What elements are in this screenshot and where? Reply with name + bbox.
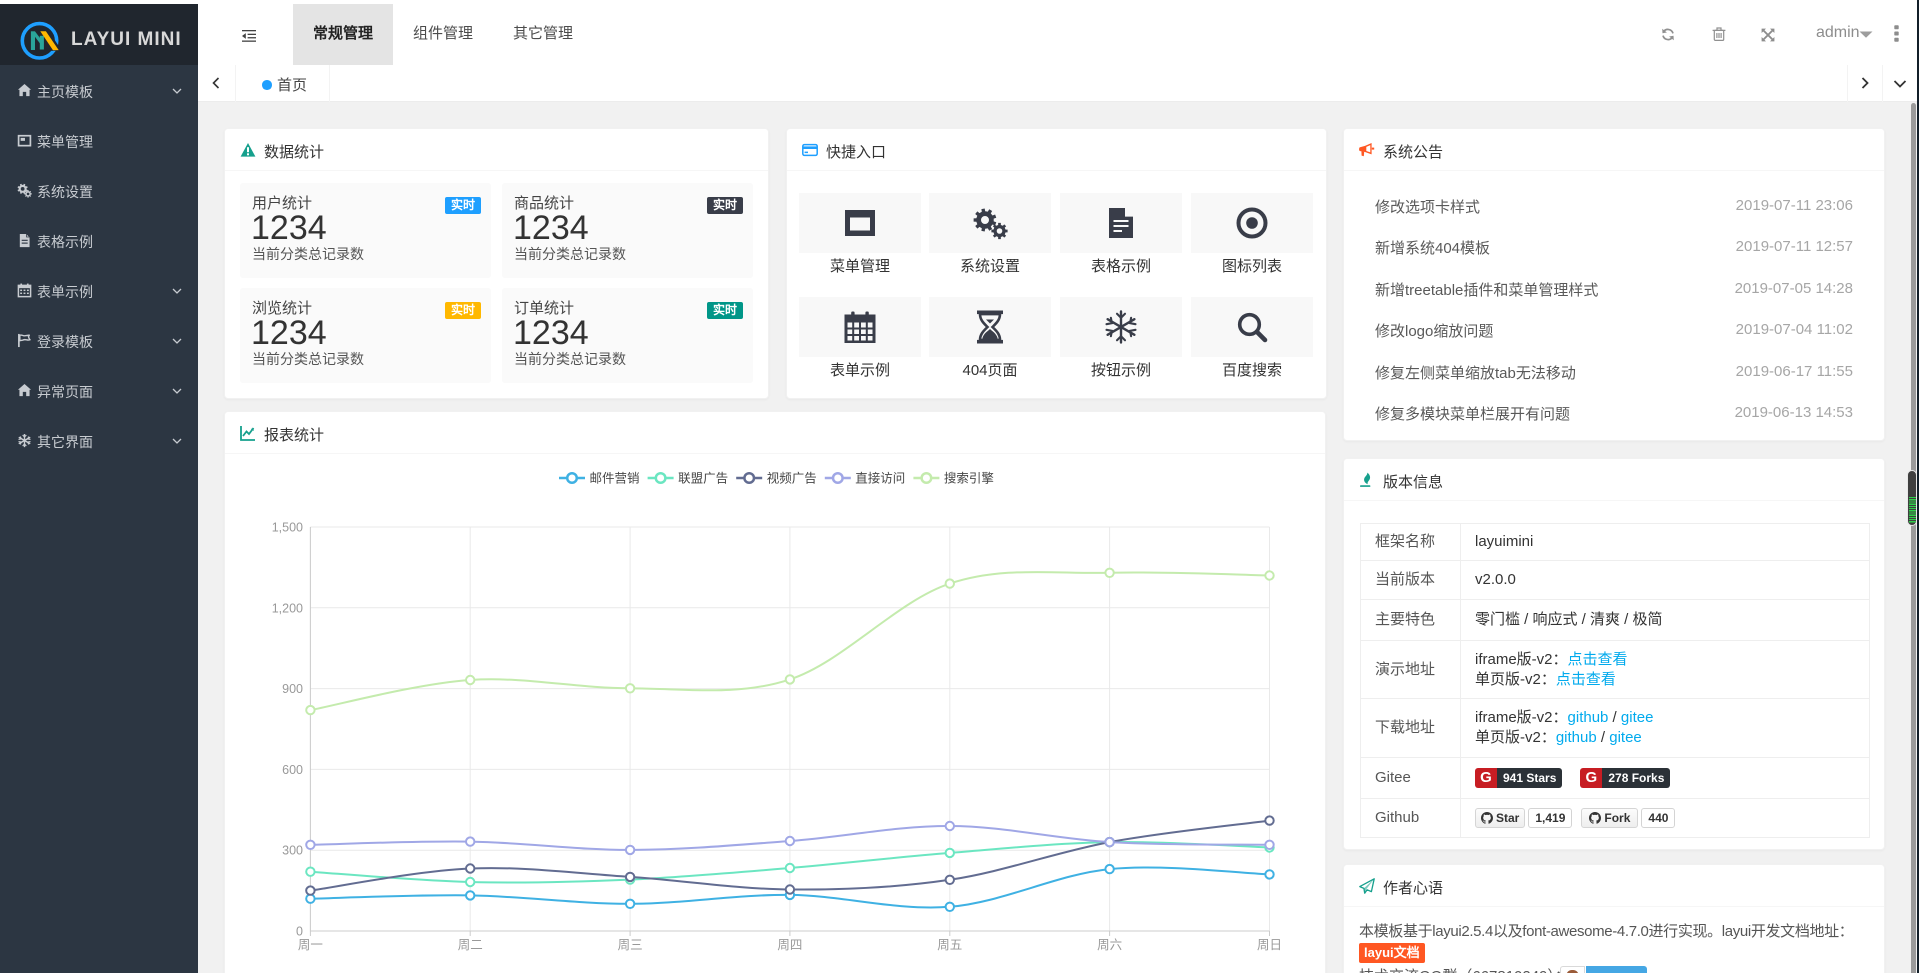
svg-text:视频广告: 视频广告: [767, 471, 817, 486]
svg-text:邮件营销: 邮件营销: [590, 472, 640, 486]
svg-text:直接访问: 直接访问: [855, 471, 905, 486]
svg-text:0: 0: [296, 925, 303, 939]
svg-text:300: 300: [282, 844, 303, 858]
svg-text:联盟广告: 联盟广告: [678, 472, 728, 486]
svg-text:周一: 周一: [298, 938, 323, 952]
svg-text:1,500: 1,500: [272, 521, 303, 535]
svg-text:搜索引擎: 搜索引擎: [944, 471, 994, 486]
svg-text:周二: 周二: [458, 938, 483, 952]
svg-text:周三: 周三: [618, 938, 643, 952]
svg-text:周五: 周五: [937, 938, 962, 952]
svg-text:周四: 周四: [777, 938, 802, 952]
svg-text:1,200: 1,200: [272, 601, 303, 615]
svg-text:600: 600: [282, 763, 303, 777]
svg-text:周日: 周日: [1257, 938, 1282, 952]
svg-text:900: 900: [282, 682, 303, 696]
svg-text:周六: 周六: [1097, 938, 1122, 952]
